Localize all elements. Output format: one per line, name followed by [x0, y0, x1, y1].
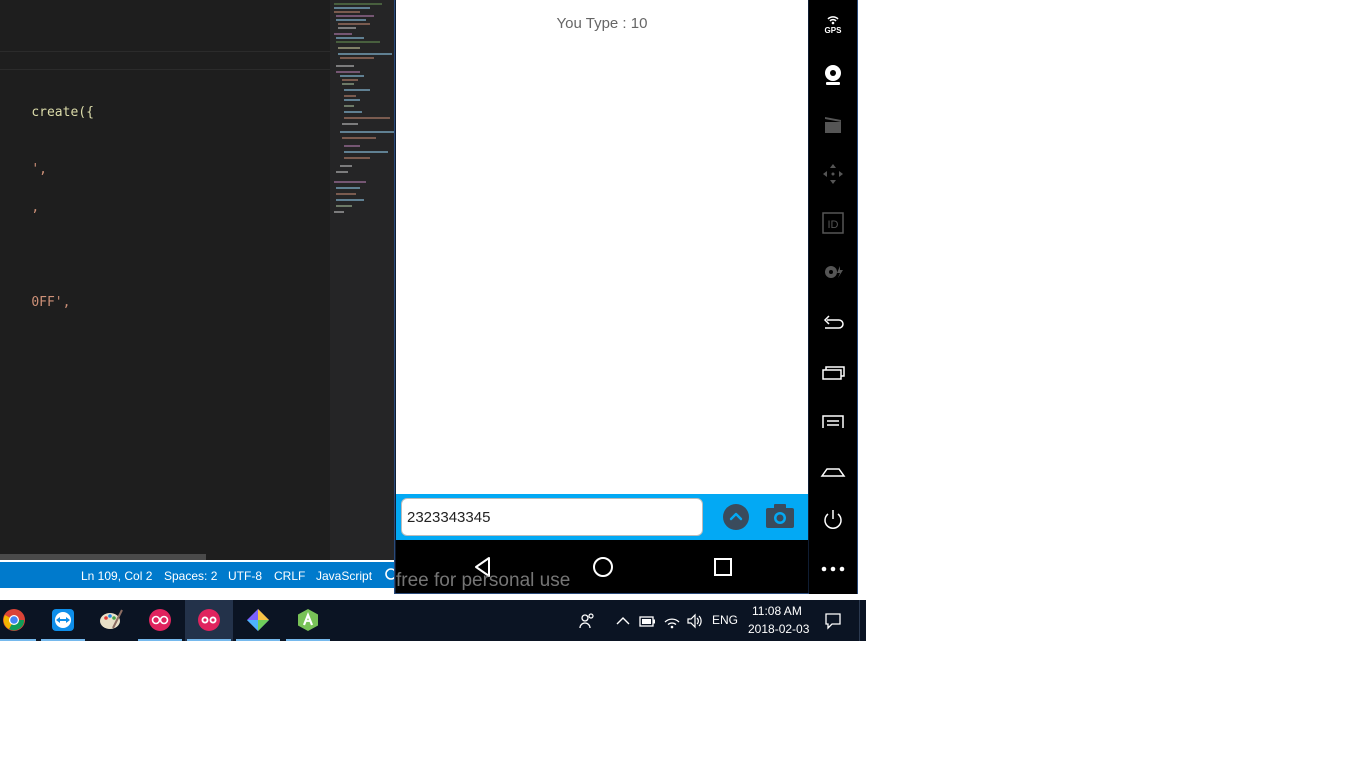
home-icon: [820, 468, 846, 477]
taskbar-chrome[interactable]: [0, 600, 38, 641]
volume-button[interactable]: [686, 612, 704, 630]
network-button[interactable]: [663, 612, 681, 630]
more-icon: [821, 566, 845, 572]
input-language[interactable]: ENG: [712, 613, 738, 627]
webcam-icon: [825, 65, 841, 85]
show-hidden-icons-button[interactable]: [614, 612, 632, 630]
windows-taskbar: ENG 11:08 AM 2018-02-03: [0, 600, 866, 641]
code-token: ',: [31, 162, 47, 177]
taskbar-android-studio[interactable]: [284, 600, 332, 641]
nav-recents-button[interactable]: [710, 554, 736, 580]
media-button[interactable]: [819, 258, 847, 286]
editor-minimap[interactable]: [330, 0, 396, 560]
media-icon: [825, 266, 843, 278]
watermark: free for personal use: [396, 570, 571, 591]
speaker-icon: [687, 613, 702, 629]
webcam-button[interactable]: [819, 61, 847, 89]
square-recents-icon: [714, 558, 732, 576]
taskbar-teamviewer[interactable]: [39, 600, 87, 641]
code-line: ,: [0, 185, 39, 230]
paint-palette-icon: [100, 609, 123, 629]
taskbar-genymotion-player[interactable]: [185, 600, 233, 641]
horizontal-scrollbar[interactable]: [0, 554, 206, 560]
code-token: 0FF',: [31, 295, 71, 310]
battery-icon: [639, 616, 655, 627]
indentation-setting[interactable]: Spaces: 2: [164, 569, 217, 583]
screen-record-icon: [825, 117, 841, 133]
power-button[interactable]: [819, 506, 847, 534]
code-token: create({: [31, 105, 94, 120]
running-indicator: [187, 639, 231, 641]
menu-icon: [822, 415, 844, 428]
menu-button[interactable]: [819, 408, 847, 436]
encoding-setting[interactable]: UTF-8: [228, 569, 262, 583]
screen-record-button[interactable]: [819, 111, 847, 139]
gps-button[interactable]: GPS: [819, 10, 847, 38]
recent-apps-button[interactable]: [819, 359, 847, 387]
gps-icon: GPS: [825, 16, 843, 35]
show-desktop-button[interactable]: [859, 600, 866, 641]
wifi-icon: [664, 618, 680, 629]
chevron-up-icon: [729, 512, 743, 521]
circle-home-icon: [593, 557, 613, 577]
power-icon: [824, 510, 842, 529]
cursor-position[interactable]: Ln 109, Col 2: [81, 569, 152, 583]
device-id-label: ID: [828, 219, 839, 231]
code-line: create({: [0, 90, 94, 135]
recent-apps-icon: [822, 366, 845, 380]
people-button[interactable]: [578, 612, 596, 630]
device-id-icon: ID: [822, 212, 844, 234]
android-emulator-window: You Type : 10 2323343345 GPS ID: [394, 0, 858, 594]
code-token: ,: [31, 200, 40, 215]
number-input[interactable]: [401, 498, 703, 536]
editor-header: [0, 0, 330, 52]
genymotion-icon: [149, 609, 171, 631]
more-button[interactable]: [819, 555, 847, 583]
back-button[interactable]: [819, 310, 847, 338]
code-line: 0FF',: [0, 280, 70, 325]
running-indicator: [138, 639, 182, 641]
nav-home-button[interactable]: [590, 554, 616, 580]
emulator-side-toolbar: GPS ID: [809, 0, 857, 594]
running-indicator: [0, 639, 36, 641]
move-button[interactable]: [819, 160, 847, 188]
home-button[interactable]: [819, 457, 847, 485]
move-icon: [823, 164, 843, 184]
back-icon: [823, 315, 844, 329]
running-indicator: [41, 639, 85, 641]
running-indicator: [286, 639, 330, 641]
taskbar-sourcetree[interactable]: [234, 600, 282, 641]
taskbar-paint[interactable]: [87, 600, 135, 641]
sourcetree-icon: [247, 609, 269, 631]
eol-setting[interactable]: CRLF: [274, 569, 305, 583]
clock-date[interactable]: 2018-02-03: [748, 622, 809, 636]
taskbar-genymotion[interactable]: [136, 600, 184, 641]
battery-button[interactable]: [638, 612, 656, 630]
phone-screen: You Type : 10: [396, 0, 808, 540]
android-studio-icon: [298, 609, 318, 631]
clock-time[interactable]: 11:08 AM: [752, 604, 802, 618]
camera-icon: [766, 504, 794, 528]
notification-icon: [825, 613, 841, 630]
running-indicator: [236, 639, 280, 641]
gps-label: GPS: [825, 26, 843, 35]
device-id-button[interactable]: ID: [819, 209, 847, 237]
people-icon: [579, 613, 594, 629]
genymotion-player-icon: [198, 609, 220, 631]
chevron-up-button[interactable]: [723, 504, 749, 530]
code-editor[interactable]: create({ ', , 0FF',: [0, 0, 396, 560]
action-center-button[interactable]: [824, 612, 842, 630]
input-bar: [396, 494, 808, 540]
type-count-label: You Type : 10: [556, 15, 648, 32]
editor-breadcrumb-bar: [0, 52, 330, 70]
chrome-icon: [3, 609, 25, 631]
teamviewer-icon: [52, 609, 74, 631]
language-mode[interactable]: JavaScript: [316, 569, 372, 583]
status-bar: Ln 109, Col 2 Spaces: 2 UTF-8 CRLF JavaS…: [0, 562, 397, 588]
chevron-up-icon: [616, 617, 630, 625]
camera-button[interactable]: [765, 502, 795, 530]
